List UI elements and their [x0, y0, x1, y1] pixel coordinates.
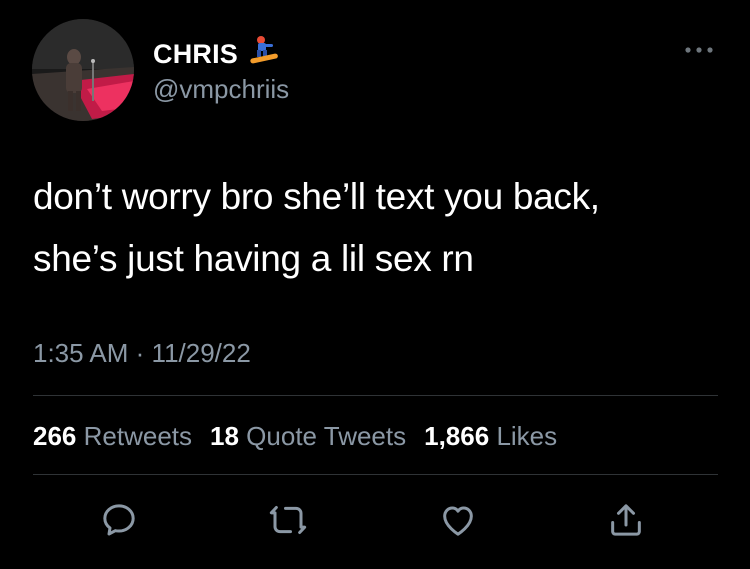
display-name[interactable]: CHRIS	[153, 35, 280, 73]
snowboarder-emoji-icon	[248, 35, 280, 73]
share-icon	[611, 504, 641, 536]
timestamp-separator: ·	[135, 338, 145, 368]
share-button[interactable]	[606, 500, 646, 540]
avatar-image	[32, 19, 134, 121]
likes-count: 1,866	[424, 421, 490, 451]
retweets-stat[interactable]: 266 Retweets	[33, 420, 192, 452]
reply-icon	[103, 504, 135, 536]
tweet-line-1: don’t worry bro she’ll text you back,	[33, 176, 600, 217]
like-icon	[443, 506, 473, 536]
divider-top	[33, 395, 718, 396]
quote-tweets-count: 18	[210, 421, 239, 451]
retweet-icon	[269, 506, 307, 534]
quote-tweets-label: Quote Tweets	[246, 421, 407, 451]
retweets-label: Retweets	[83, 421, 193, 451]
retweets-count: 266	[33, 421, 77, 451]
reply-button[interactable]	[99, 500, 139, 540]
likes-label: Likes	[496, 421, 558, 451]
avatar[interactable]	[32, 19, 134, 121]
divider-bottom	[33, 474, 718, 475]
more-options-icon[interactable]	[682, 42, 716, 58]
tweet-time: 1:35 AM	[33, 338, 129, 368]
display-name-text: CHRIS	[153, 39, 239, 69]
quote-tweets-stat[interactable]: 18 Quote Tweets	[210, 420, 406, 452]
handle[interactable]: @vmpchriis	[153, 73, 289, 105]
like-button[interactable]	[438, 500, 478, 540]
tweet-date: 11/29/22	[151, 338, 251, 368]
likes-stat[interactable]: 1,866 Likes	[424, 420, 557, 452]
timestamp[interactable]: 1:35 AM · 11/29/22	[33, 337, 251, 369]
tweet-text: don’t worry bro she’ll text you back, sh…	[33, 166, 723, 290]
retweet-button[interactable]	[268, 500, 308, 540]
tweet-line-2: she’s just having a lil sex rn	[33, 238, 474, 279]
engagement-stats: 266 Retweets 18 Quote Tweets 1,866 Likes	[33, 420, 557, 452]
